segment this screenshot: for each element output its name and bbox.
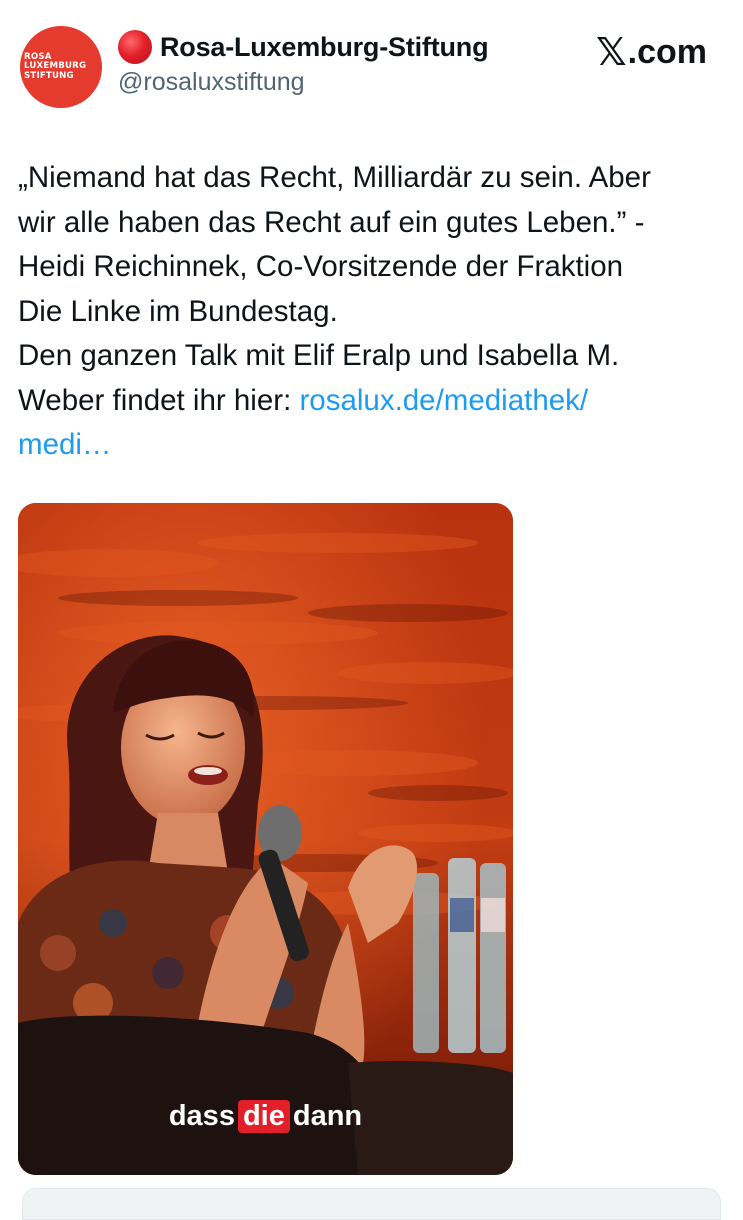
user-handle[interactable]: @rosaluxstiftung — [118, 68, 305, 97]
red-circle-icon — [118, 30, 152, 64]
tweet-line: Heidi Reichinnek, Co-Vorsitzende der Fra… — [18, 250, 624, 283]
tweet-line: Den ganzen Talk mit Elif Eralp und Isabe… — [18, 339, 620, 372]
video-caption: dass die dann — [18, 1100, 513, 1133]
caption-word: dann — [292, 1100, 363, 1132]
link-prefix-text: Weber findet ihr hier: — [18, 383, 300, 417]
profile-avatar[interactable]: ROSA LUXEMBURG STIFTUNG — [20, 26, 102, 108]
tweet-link-continuation[interactable]: medi… — [18, 423, 723, 468]
tweet-line: wir alle haben das Recht auf ein gutes L… — [18, 205, 645, 239]
site-brand: 𝕏 .com — [596, 30, 707, 74]
logo-line-3: STIFTUNG — [24, 70, 74, 81]
caption-highlight-word: die — [237, 1100, 290, 1133]
tweet-link[interactable]: rosalux.de/mediathek/ — [299, 384, 588, 417]
video-frame — [18, 503, 513, 1175]
bottom-card-edge — [22, 1188, 721, 1220]
video-player[interactable]: dass die dann — [18, 503, 513, 1175]
tweet-line-with-link: Weber findet ihr hier: rosalux.de/mediat… — [18, 379, 723, 424]
tweet-text: „Niemand hat das Recht, Milliardär zu se… — [18, 156, 723, 468]
display-name[interactable]: Rosa-Luxemburg-Stiftung — [160, 32, 489, 63]
caption-word: dass — [168, 1100, 235, 1132]
x-logo-icon: 𝕏 — [596, 30, 627, 74]
display-name-row[interactable]: Rosa-Luxemburg-Stiftung — [118, 30, 489, 64]
tweet-line: Die Linke im Bundestag. — [18, 294, 338, 328]
site-label: .com — [627, 32, 707, 71]
tweet-line: „Niemand hat das Recht, Milliardär zu se… — [18, 161, 651, 194]
